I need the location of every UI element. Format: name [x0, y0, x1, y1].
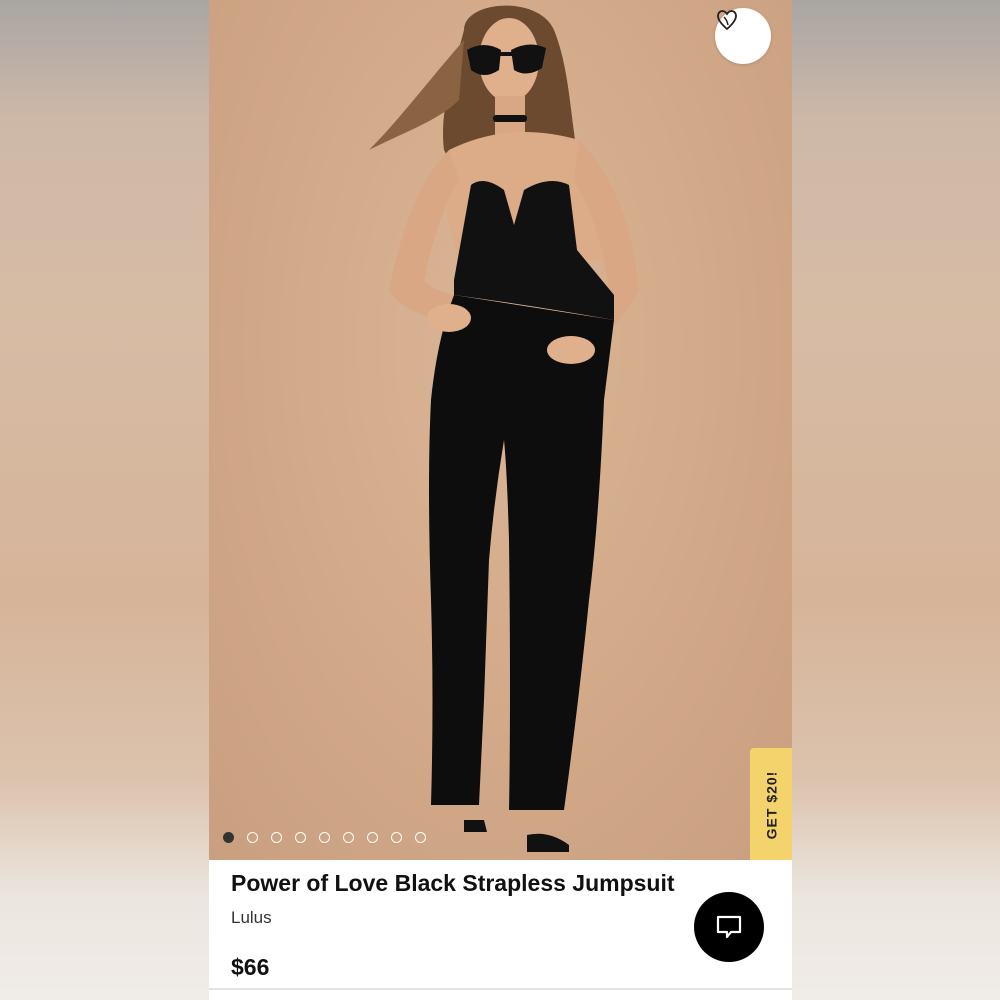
model-illustration — [369, 5, 639, 852]
product-screen: GET $20! Power of Love Black Strapless J… — [209, 0, 792, 1000]
chat-bubble-icon — [716, 915, 742, 939]
product-info: Power of Love Black Strapless Jumpsuit L… — [209, 860, 792, 1000]
carousel-dot[interactable] — [295, 832, 306, 843]
carousel-dot[interactable] — [247, 832, 258, 843]
heart-icon — [717, 10, 737, 31]
carousel-dot[interactable] — [271, 832, 282, 843]
carousel-dot[interactable] — [223, 832, 234, 843]
carousel-indicator — [223, 832, 426, 843]
promo-label: GET $20! — [763, 770, 780, 840]
product-brand[interactable]: Lulus — [231, 908, 272, 928]
favorite-button[interactable] — [715, 8, 771, 64]
carousel-dot[interactable] — [367, 832, 378, 843]
divider — [209, 988, 792, 990]
carousel-dot[interactable] — [391, 832, 402, 843]
blurred-background-left — [0, 0, 209, 1000]
carousel-dot[interactable] — [319, 832, 330, 843]
carousel-dot[interactable] — [415, 832, 426, 843]
product-price: $66 — [231, 954, 270, 980]
carousel-dot[interactable] — [343, 832, 354, 843]
product-photo[interactable]: GET $20! — [209, 0, 792, 860]
chat-button[interactable] — [694, 892, 764, 962]
blurred-background-right — [792, 0, 1000, 1000]
product-title: Power of Love Black Strapless Jumpsuit — [231, 870, 675, 896]
promo-tab[interactable]: GET $20! — [750, 748, 792, 860]
